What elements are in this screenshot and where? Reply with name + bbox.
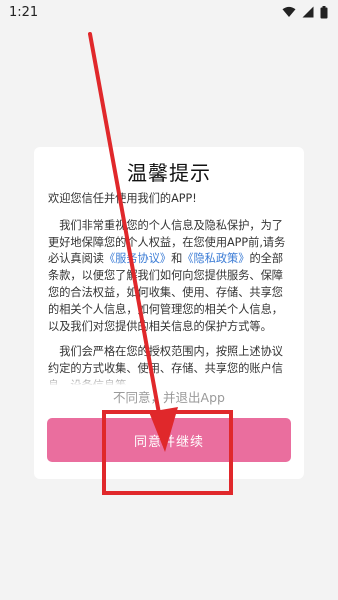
privacy-dialog: 温馨提示 欢迎您信任并使用我们的APP! 我们非常重视您的个人信息及隐私保护，为…	[34, 147, 304, 479]
agree-continue-button[interactable]: 同意并继续	[47, 418, 291, 462]
agree-continue-label: 同意并继续	[133, 434, 204, 450]
privacy-policy-link[interactable]: 《隐私政策》	[182, 252, 249, 265]
dialog-title: 温馨提示	[127, 161, 211, 185]
privacy-paragraph-1: 我们非常重视您的个人信息及隐私保护，为了更好地保障您的个人权益，在您使用APP前…	[48, 218, 292, 336]
signal-icon	[302, 6, 314, 18]
status-icons	[282, 5, 328, 19]
service-agreement-link[interactable]: 《服务协议》	[104, 252, 171, 265]
status-time: 1:21	[9, 4, 39, 20]
and-text: 和	[171, 252, 183, 266]
dialog-body-scroll[interactable]: 欢迎您信任并使用我们的APP! 我们非常重视您的个人信息及隐私保护，为了更好地保…	[48, 191, 292, 385]
status-bar: 1:21	[0, 0, 338, 24]
welcome-text: 欢迎您信任并使用我们的APP!	[48, 192, 197, 205]
battery-icon	[320, 5, 328, 19]
wifi-icon	[282, 6, 296, 18]
decline-exit-button[interactable]: 不同意，并退出App	[34, 387, 304, 406]
